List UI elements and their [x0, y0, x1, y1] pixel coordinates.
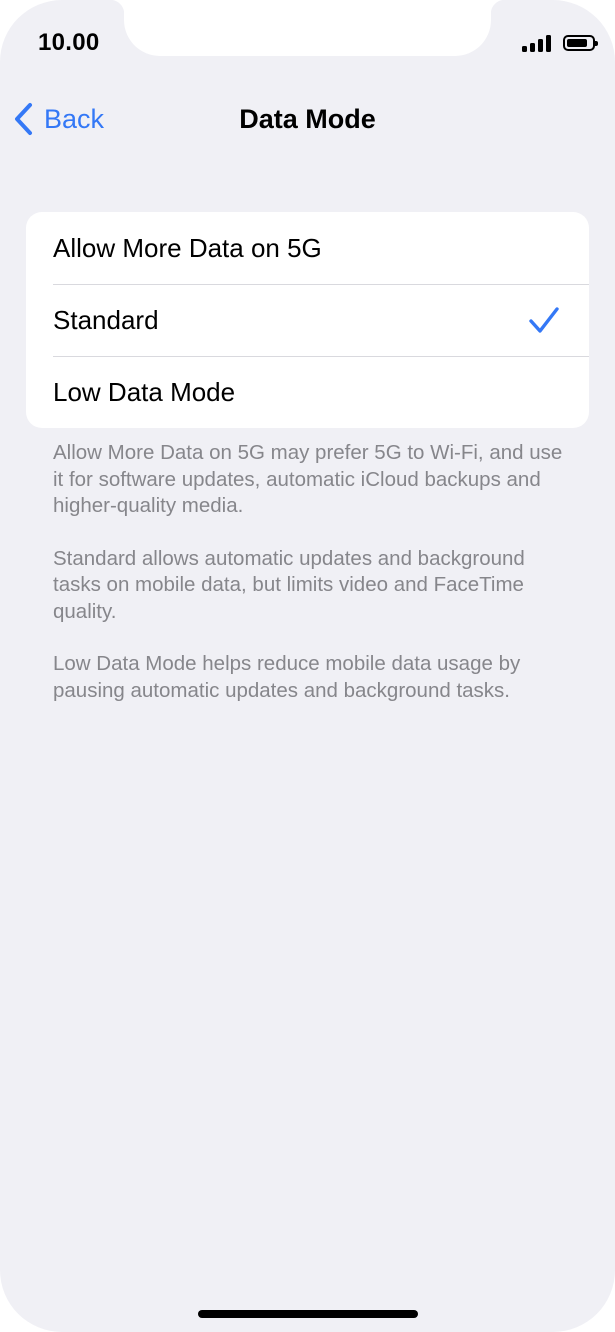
footer-note: Allow More Data on 5G may prefer 5G to W… [53, 441, 563, 517]
notch [110, 0, 505, 56]
option-standard[interactable]: Standard [26, 284, 589, 356]
option-low-data-mode[interactable]: Low Data Mode [26, 356, 589, 428]
battery-icon [563, 35, 598, 51]
option-label: Low Data Mode [53, 376, 236, 407]
home-indicator[interactable] [198, 1310, 418, 1318]
data-mode-options: Allow More Data on 5G Standard Low Data … [26, 212, 589, 428]
status-icons [522, 34, 598, 52]
back-label: Back [44, 103, 105, 134]
footer-note: Low Data Mode helps reduce mobile data u… [53, 652, 521, 702]
checkmark-icon [529, 307, 559, 333]
footer-note: Standard allows automatic updates and ba… [53, 546, 525, 623]
status-time: 10.00 [38, 29, 100, 56]
chevron-left-icon [15, 103, 32, 135]
option-label: Standard [53, 304, 159, 335]
option-allow-more-data-5g[interactable]: Allow More Data on 5G [26, 212, 589, 284]
phone-screen: 10.00 Data Mode Back Allow More Data on … [0, 0, 615, 1332]
navigation-bar: Data Mode Back [0, 95, 615, 143]
option-label: Allow More Data on 5G [53, 232, 322, 263]
footer-notes: Allow More Data on 5G may prefer 5G to W… [53, 440, 573, 730]
back-button[interactable]: Back [14, 95, 104, 143]
battery-fill [567, 39, 588, 47]
signal-bars-icon [522, 34, 551, 52]
